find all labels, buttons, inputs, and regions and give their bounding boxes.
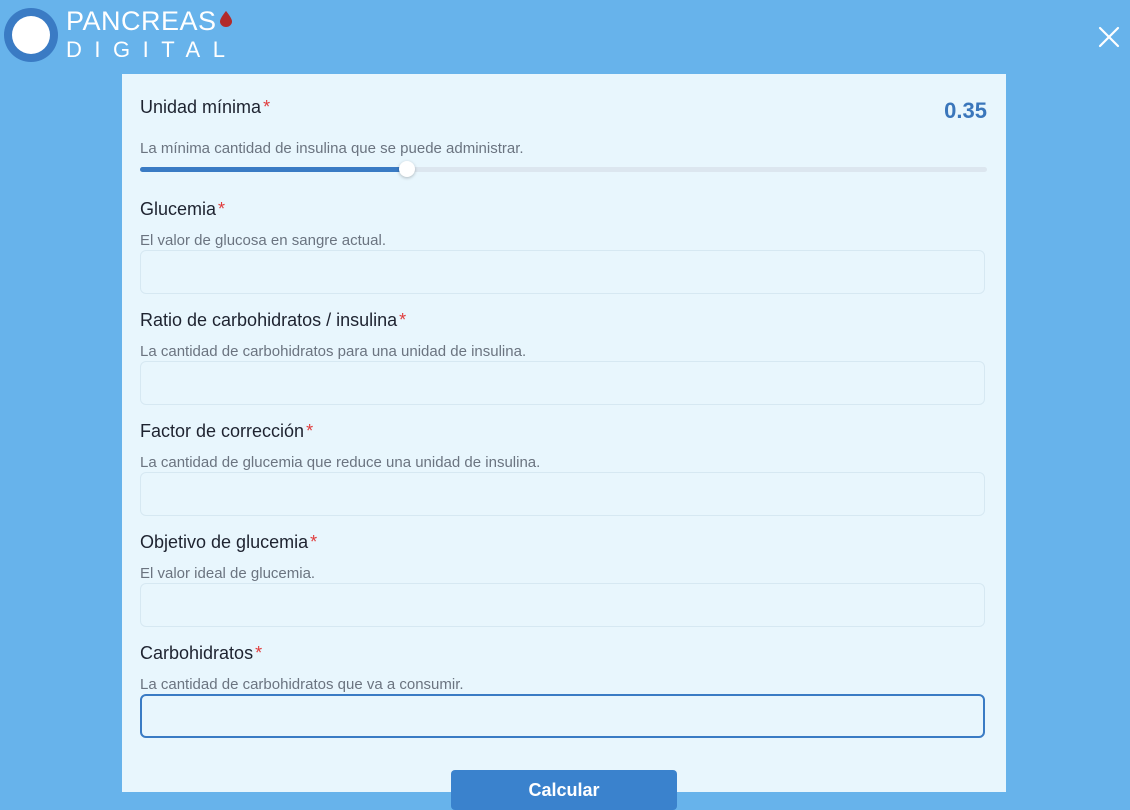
carbohidratos-label: Carbohidratos * — [140, 643, 263, 663]
carbohidratos-help: La cantidad de carbohidratos que va a co… — [140, 676, 464, 693]
unidad-minima-help: La mínima cantidad de insulina que se pu… — [140, 140, 524, 157]
unidad-minima-value: 0.35 — [944, 98, 987, 123]
form-panel: Unidad mínima * 0.35 La mínima cantidad d… — [122, 74, 1006, 810]
factor-input[interactable] — [140, 472, 985, 516]
required-mark: * — [255, 643, 263, 663]
slider-fill — [140, 167, 407, 172]
close-icon[interactable] — [1096, 24, 1122, 50]
objetivo-label: Objetivo de glucemia * — [140, 532, 318, 552]
required-mark: * — [263, 97, 271, 117]
unidad-minima-label: Unidad mínima * — [140, 97, 271, 117]
calcular-button[interactable]: Calcular — [451, 770, 677, 810]
ratio-input[interactable] — [140, 361, 985, 405]
brand-name-line2: DIGITAL — [66, 37, 238, 62]
glucemia-input[interactable] — [140, 250, 985, 294]
logo-text: PANCREAS DIGITAL — [66, 7, 237, 62]
required-mark: * — [218, 199, 226, 219]
blood-drop-icon — [219, 11, 232, 27]
unidad-minima-slider[interactable] — [140, 161, 987, 177]
factor-label: Factor de corrección * — [140, 421, 314, 441]
ratio-help: La cantidad de carbohidratos para una un… — [140, 343, 527, 360]
carbohidratos-input[interactable] — [140, 694, 985, 738]
app-header: PANCREAS DIGITAL — [0, 0, 1130, 74]
brand-name-line1: PANCREAS — [66, 6, 217, 36]
logo-ring-icon — [4, 8, 58, 62]
brand-logo: PANCREAS DIGITAL — [4, 7, 237, 62]
objetivo-help: El valor ideal de glucemia. — [140, 565, 316, 582]
ratio-label: Ratio de carbohidratos / insulina * — [140, 310, 407, 330]
slider-thumb[interactable] — [398, 161, 415, 177]
objetivo-input[interactable] — [140, 583, 985, 627]
required-mark: * — [306, 421, 314, 441]
required-mark: * — [399, 310, 407, 330]
required-mark: * — [310, 532, 318, 552]
glucemia-label: Glucemia * — [140, 199, 226, 219]
factor-help: La cantidad de glucemia que reduce una u… — [140, 454, 541, 471]
glucemia-help: El valor de glucosa en sangre actual. — [140, 232, 386, 249]
